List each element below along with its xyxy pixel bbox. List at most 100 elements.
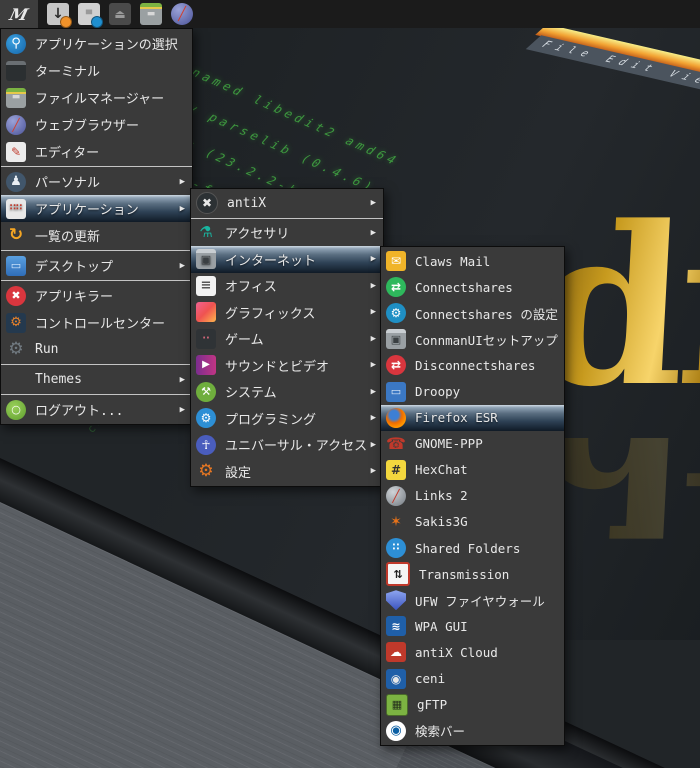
menu-item-run[interactable]: ⚙ Run [1, 336, 192, 363]
menu-item-label: Connectshares の設定 [415, 306, 558, 322]
menu-item-system[interactable]: ⚒ システム ▶ [191, 379, 383, 406]
desktop: named libedit2 amd64 div parselib (0.4.6)… [0, 0, 700, 768]
system-tools-icon: ⚒ [196, 381, 216, 402]
menu-item-accessories[interactable]: ⚗ アクセサリ ▶ [191, 220, 383, 247]
menu-item-app-killer[interactable]: ✖ アプリキラー [1, 282, 192, 309]
settings-gear-icon: ⚙ [198, 460, 214, 481]
menu-item-internet[interactable]: ▣ インターネット ▶ [191, 246, 383, 273]
kill-icon: ✖ [6, 285, 26, 306]
menu-item-sakis3g[interactable]: ✶ Sakis3G [381, 509, 564, 535]
menu-item-gnome-ppp[interactable]: ☎ GNOME-PPP [381, 431, 564, 457]
menu-item-droopy[interactable]: ▭ Droopy [381, 378, 564, 404]
menu-item-label: Themes [35, 372, 82, 387]
menu-item-terminal[interactable]: ターミナル [1, 57, 192, 84]
menu-item-label: アプリキラー [35, 290, 114, 305]
menu-item-sound-video[interactable]: ▶ サウンドとビデオ ▶ [191, 352, 383, 379]
taskbar: M ↓ ▀ ⏏ ▬ ╱ [0, 0, 700, 28]
run-gear-icon: ⚙ [8, 339, 24, 359]
menu-item-label: Run [35, 342, 59, 357]
web-browser-launcher[interactable]: ╱ [171, 3, 193, 25]
editor-icon: ✎ [6, 141, 26, 162]
menu-item-connman-ui[interactable]: ▣ ConnmanUIセットアップ [381, 326, 564, 352]
file-manager-launcher[interactable]: ▬ [140, 3, 162, 25]
menu-item-connectshares-config[interactable]: ⚙ Connectshares の設定 [381, 300, 564, 326]
menu-item-label: Claws Mail [415, 253, 491, 269]
menu-item-firefox-esr[interactable]: Firefox ESR [381, 404, 564, 431]
menu-item-graphics[interactable]: グラフィックス ▶ [191, 299, 383, 326]
menu-button[interactable]: M [0, 0, 38, 28]
menu-item-personal[interactable]: ♟ パーソナル ▶ [1, 168, 192, 195]
menu-item-search-bar[interactable]: ◉ 検索バー [381, 718, 564, 744]
submenu-arrow-icon: ▶ [370, 307, 376, 318]
menu-item-universal-access[interactable]: ☥ ユニバーサル・アクセス ▶ [191, 432, 383, 459]
menu-item-antix-cloud[interactable]: ☁ antiX Cloud [381, 639, 564, 665]
submenu-arrow-icon: ▶ [370, 386, 376, 397]
submenu-arrow-icon: ▶ [370, 439, 376, 450]
eject-unmount-launcher[interactable]: ⏏ [109, 3, 131, 25]
terminal-icon [6, 60, 26, 81]
menu-item-gftp[interactable]: ▦ gFTP [381, 692, 564, 718]
menu-item-label: ファイルマネージャー [35, 92, 165, 107]
telephone-icon: ☎ [386, 433, 406, 453]
menu-item-label: プログラミング [225, 412, 317, 428]
submenu-arrow-icon: ▶ [179, 203, 185, 214]
software-briefcase-launcher[interactable]: ▀ [78, 3, 103, 28]
applications-submenu: ✖ antiX ▶ ⚗ アクセサリ ▶ ▣ インターネット ▶ ≡ オフィス ▶ グラフィックス ▶ ∙∙ ゲ… [190, 188, 384, 487]
menu-item-shared-folders[interactable]: ∷ Shared Folders [381, 535, 564, 561]
menu-item-label: antiX Cloud [415, 644, 498, 660]
menu-item-ufw-firewall[interactable]: UFW ファイヤウォール [381, 587, 564, 613]
antix-logo-icon: ✖ [196, 192, 218, 215]
menu-item-label: ログアウト... [35, 404, 124, 419]
submenu-arrow-icon: ▶ [179, 374, 185, 385]
menu-item-label: アクセサリ [225, 227, 290, 243]
menu-item-control-center[interactable]: ⚙ コントロールセンター [1, 309, 192, 336]
menu-item-editor[interactable]: ✎ エディター [1, 138, 192, 165]
menu-item-hexchat[interactable]: # HexChat [381, 457, 564, 483]
menu-item-label: Shared Folders [415, 540, 521, 556]
ceni-icon: ◉ [386, 668, 406, 689]
submenu-arrow-icon: ▶ [370, 333, 376, 344]
package-installer-launcher[interactable]: ↓ [47, 3, 72, 28]
graphics-icon [196, 302, 216, 323]
menu-item-claws-mail[interactable]: ✉ Claws Mail [381, 248, 564, 274]
menu-item-label: 検索バー [415, 724, 466, 740]
menu-item-app-select[interactable]: ⚲ アプリケーションの選択 [1, 30, 192, 57]
menu-item-settings[interactable]: ⚙ 設定 ▶ [191, 458, 383, 485]
menu-item-themes[interactable]: Themes ▶ [1, 366, 192, 393]
menu-item-web-browser[interactable]: ╱ ウェブブラウザー [1, 111, 192, 138]
menu-item-antix[interactable]: ✖ antiX ▶ [191, 190, 383, 217]
document-icon: ≡ [196, 275, 216, 296]
logout-icon: ○ [6, 399, 26, 420]
menu-item-connectshares[interactable]: ⇄ Connectshares [381, 274, 564, 300]
root-menu: ⚲ アプリケーションの選択 ターミナル ▬ ファイルマネージャー ╱ ウェブブラウザー ✎ エデ… [0, 28, 193, 425]
submenu-arrow-icon: ▶ [370, 280, 376, 291]
menu-item-disconnectshares[interactable]: ⇄ Disconnectshares [381, 352, 564, 378]
menu-item-label: オフィス [225, 280, 277, 296]
menu-item-games[interactable]: ∙∙ ゲーム ▶ [191, 326, 383, 353]
menu-item-ceni[interactable]: ◉ ceni [381, 666, 564, 692]
mail-icon: ✉ [386, 251, 406, 272]
menu-item-office[interactable]: ≡ オフィス ▶ [191, 273, 383, 300]
menu-item-transmission[interactable]: ⇅ Transmission [381, 561, 564, 587]
desktop-icon: ▭ [6, 255, 26, 276]
menu-item-file-manager[interactable]: ▬ ファイルマネージャー [1, 84, 192, 111]
menu-item-desktop[interactable]: ▭ デスクトップ ▶ [1, 252, 192, 279]
menu-item-update-list[interactable]: ↻ 一覧の更新 [1, 222, 192, 249]
shield-icon [386, 590, 406, 611]
gftp-icon: ▦ [386, 693, 408, 716]
compass-icon: ╱ [6, 114, 26, 135]
menu-item-label: コントロールセンター [35, 317, 166, 332]
menu-item-programming[interactable]: ⚙ プログラミング ▶ [191, 405, 383, 432]
shared-folders-icon: ∷ [386, 538, 406, 559]
menu-item-logout[interactable]: ○ ログアウト... ▶ [1, 396, 192, 423]
media-play-icon: ▶ [196, 355, 216, 376]
submenu-arrow-icon: ▶ [370, 466, 376, 477]
submenu-arrow-icon: ▶ [370, 198, 376, 209]
disconnect-icon: ⇄ [386, 355, 406, 376]
menu-item-wpa-gui[interactable]: ≋ WPA GUI [381, 613, 564, 639]
menu-item-links-2[interactable]: ╱ Links 2 [381, 483, 564, 509]
menu-item-applications[interactable]: ∷∷ アプリケーション ▶ [1, 195, 192, 222]
blank-icon [6, 370, 26, 390]
programming-icon: ⚙ [196, 408, 216, 429]
firefox-icon [386, 407, 406, 428]
